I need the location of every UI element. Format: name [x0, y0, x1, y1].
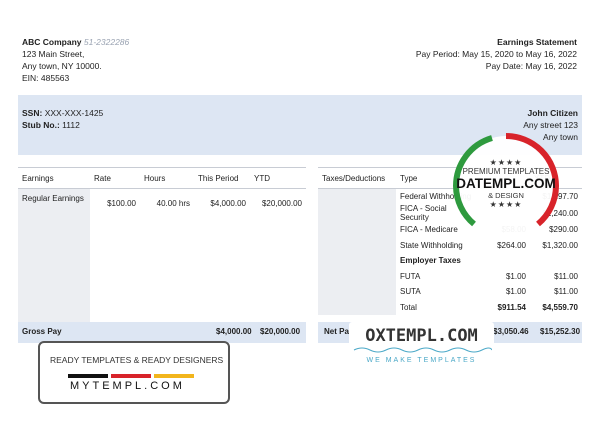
company-address-line1: 123 Main Street,: [22, 49, 85, 59]
statement-block: Earnings Statement Pay Period: May 15, 2…: [416, 36, 577, 72]
oxtempl-watermark: OXTEMPL.COM WE MAKE TEMPLATES: [349, 322, 494, 367]
tax-type: SUTA: [400, 287, 421, 297]
gross-pay-row: Gross Pay $4,000.00 $20,000.00: [18, 322, 306, 343]
earnings-ytd: $20,000.00: [261, 199, 302, 208]
company-phone: 51-2322286: [83, 37, 130, 47]
company-address-line2: Any town, NY 10000.: [22, 61, 102, 71]
total-period: $911.54: [497, 302, 526, 312]
seal-stars-top: ★★★★: [489, 158, 523, 167]
tax-period: $1.00: [505, 271, 526, 281]
hours-header: Hours: [144, 173, 166, 183]
company-name: ABC Company: [22, 37, 82, 47]
seal-premium-label: PREMIUM TEMPLATES: [462, 167, 550, 176]
taxes-header: Taxes/Deductions: [322, 173, 386, 183]
earnings-hours: 40.00 hrs: [156, 199, 190, 208]
seal-brand-name: DATEMPL.COM: [456, 176, 556, 191]
earnings-label: Regular Earnings: [18, 188, 90, 323]
wave-icon: [353, 347, 492, 353]
net-pay-period: $3,050.46: [493, 327, 529, 336]
flag-bars: [68, 370, 197, 380]
pay-period: Pay Period: May 15, 2020 to May 16, 2022: [415, 49, 577, 59]
seal-text: ★★★★ PREMIUM TEMPLATES DATEMPL.COM & DES…: [452, 158, 560, 209]
earnings-header-row: Earnings Rate Hours This Period YTD: [18, 167, 306, 189]
employee-street: Any street 123: [523, 120, 578, 130]
earnings-rate: $100.00: [107, 199, 136, 208]
tax-type: FUTA: [400, 271, 421, 281]
mytempl-tagline: READY TEMPLATES & READY DESIGNERS: [50, 355, 224, 365]
total-label: Total: [400, 302, 417, 312]
table-row: Regular Earnings $100.00 40.00 hrs $4,00…: [18, 188, 306, 323]
employer-taxes-label: Employer Taxes: [400, 256, 461, 266]
this-period-header: This Period: [198, 173, 239, 183]
seal-design-label: & DESIGN: [488, 191, 524, 200]
taxes-label-cell: [318, 188, 396, 315]
statement-title: Earnings Statement: [497, 37, 577, 47]
total-ytd: $4,559.70: [542, 302, 578, 312]
oxtempl-name: OXTEMPL.COM: [365, 326, 478, 346]
tax-period: $1.00: [505, 287, 526, 297]
earnings-header: Earnings: [22, 173, 54, 183]
ytd-header: YTD: [254, 173, 270, 183]
net-pay-ytd: $15,252.30: [540, 327, 581, 336]
seal-stars-bottom: ★★★★: [489, 200, 523, 209]
company-ein: EIN: 485563: [22, 73, 70, 83]
tax-ytd: $11.00: [554, 287, 578, 297]
earnings-period: $4,000.00: [210, 199, 246, 208]
rate-header: Rate: [94, 173, 111, 183]
earnings-table: Earnings Rate Hours This Period YTD Regu…: [18, 167, 306, 323]
ssn-label: SSN:: [22, 108, 43, 118]
employee-name: John Citizen: [527, 108, 578, 118]
company-block: ABC Company 51-2322286 123 Main Street, …: [22, 36, 129, 84]
datempl-seal: ★★★★ PREMIUM TEMPLATES DATEMPL.COM & DES…: [452, 132, 560, 240]
gross-pay-label: Gross Pay: [22, 327, 62, 336]
stub-value: 1112: [62, 120, 80, 130]
gross-pay-period: $4,000.00: [216, 327, 252, 336]
mytempl-watermark: READY TEMPLATES & READY DESIGNERS MYTEMP…: [38, 341, 230, 404]
stub-label: Stub No.:: [22, 120, 60, 130]
gross-pay-ytd: $20,000.00: [260, 327, 301, 336]
oxtempl-tagline: WE MAKE TEMPLATES: [366, 357, 477, 364]
ssn-value: XXX-XXX-1425: [44, 108, 104, 118]
pay-date: Pay Date: May 16, 2022: [485, 61, 577, 71]
tax-ytd: $11.00: [554, 271, 578, 281]
mytempl-name: MYTEMPL.COM: [70, 380, 185, 392]
